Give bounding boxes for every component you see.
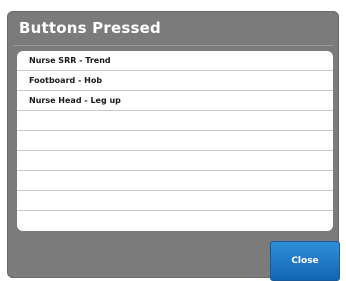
list-item [17,131,333,151]
list-item: Footboard - Hob [17,71,333,91]
dialog-title: Buttons Pressed [19,19,161,37]
title-divider [13,45,333,46]
close-button[interactable]: Close [270,241,340,281]
list-item: Nurse Head - Leg up [17,91,333,111]
list-item: Nurse SRR - Trend [17,51,333,71]
list-item [17,211,333,230]
list-item [17,151,333,171]
list-item [17,191,333,211]
buttons-pressed-list: Nurse SRR - Trend Footboard - Hob Nurse … [17,51,333,231]
buttons-pressed-dialog: Buttons Pressed Nurse SRR - Trend Footbo… [7,11,340,281]
list-item [17,111,333,131]
list-item [17,171,333,191]
